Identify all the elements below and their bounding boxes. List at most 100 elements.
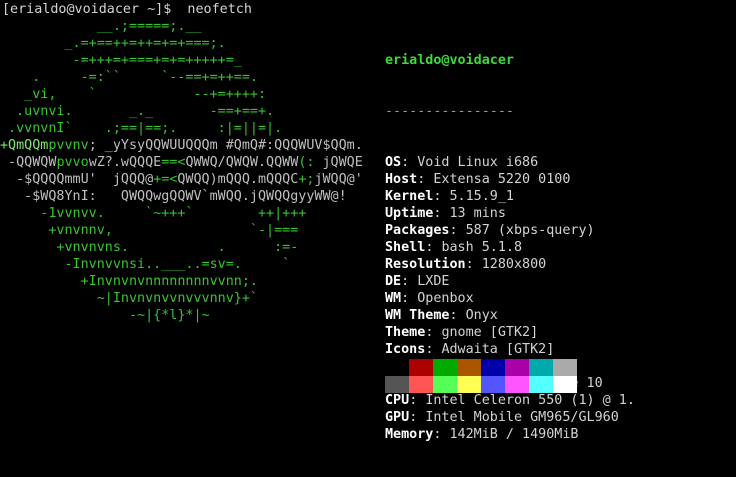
info-value: Intel Mobile GM965/GL960 xyxy=(425,410,619,425)
palette-bright-row xyxy=(385,376,577,393)
info-row: WM Theme: Onyx xyxy=(385,307,635,324)
palette-normal-row xyxy=(385,359,577,376)
info-colon: : xyxy=(409,410,426,425)
info-colon: : xyxy=(465,257,482,272)
info-row: Uptime: 13 mins xyxy=(385,205,635,222)
info-key: Resolution xyxy=(385,257,466,272)
info-key: Kernel xyxy=(385,189,434,204)
logo-line-8-seg-0: -QQWQW xyxy=(0,155,57,170)
logo-line-9-seg-2: QWQQ)mQQQ.mQQQC xyxy=(177,172,299,187)
info-row: GPU: Intel Mobile GM965/GL960 xyxy=(385,409,635,426)
bright-swatch-0 xyxy=(385,376,409,393)
normal-swatch-5 xyxy=(505,359,529,376)
normal-swatch-1 xyxy=(409,359,433,376)
logo-line-7-seg-1: pvvnv xyxy=(48,138,89,153)
logo-line-7-seg-0: +QmQQm xyxy=(0,138,49,153)
info-key: Host xyxy=(385,172,418,187)
logo-line-15-seg-0: +Invnvnvnnnnnnnnvvnn;. xyxy=(0,274,258,289)
info-colon: : xyxy=(449,223,466,238)
logo-line-4-seg-0: _vi, ` --+=++++: xyxy=(0,87,267,102)
info-key: GPU xyxy=(385,410,410,425)
info-row: Kernel: 5.15.9_1 xyxy=(385,188,635,205)
info-colon: : xyxy=(425,325,442,340)
info-row: Theme: gnome [GTK2] xyxy=(385,324,635,341)
info-colon: : xyxy=(449,308,466,323)
logo-line-11-seg-0: -1vvnvv. `~+++` ++|+++ xyxy=(0,206,307,221)
logo-line-8-seg-2: wZ?.wQQQE xyxy=(88,155,162,170)
normal-swatch-6 xyxy=(529,359,553,376)
info-key: DE xyxy=(385,274,402,289)
info-colon: : xyxy=(433,206,450,221)
info-value: 587 (xbps-query) xyxy=(465,223,595,238)
logo-line-5-seg-0: .uvnvi. _._ -==+==+. xyxy=(0,104,275,119)
color-palette xyxy=(385,359,577,393)
logo-line-17-seg-0: -~|{*l}*|~ xyxy=(0,308,210,323)
info-key: Uptime xyxy=(385,206,434,221)
logo-line-13-seg-0: +vnvnvns. . :=- xyxy=(0,240,299,255)
info-colon: : xyxy=(433,189,450,204)
info-value: gnome [GTK2] xyxy=(441,325,539,340)
info-colon: : xyxy=(425,240,442,255)
logo-line-6-seg-0: .vvnvnI` .;==|==;. :|=||=|. xyxy=(0,121,283,136)
info-row: WM: Openbox xyxy=(385,290,635,307)
terminal-window[interactable]: [erialdo@voidacer ~]$ neofetch __.;=====… xyxy=(0,0,736,442)
info-value: 142MiB / 1490MiB xyxy=(449,427,579,442)
info-value: 13 mins xyxy=(449,206,506,221)
logo-line-9-seg-1: +=< xyxy=(153,172,178,187)
info-value: Openbox xyxy=(417,291,474,306)
info-key: Shell xyxy=(385,240,426,255)
system-info-panel: erialdo@voidacer ---------------- OS: Vo… xyxy=(385,18,635,477)
logo-line-8-seg-4: QWWQ/QWQW.QQWW xyxy=(185,155,299,170)
info-row: Packages: 587 (xbps-query) xyxy=(385,222,635,239)
bright-swatch-5 xyxy=(505,376,529,393)
bright-swatch-7 xyxy=(553,376,577,393)
normal-swatch-2 xyxy=(433,359,457,376)
info-key: Memory xyxy=(385,427,434,442)
distro-ascii-logo: __.;=====;.__ _.=+==++=++=+=+===;. -=+++… xyxy=(0,18,363,324)
logo-line-9-seg-3: +; xyxy=(298,172,315,187)
info-row: Shell: bash 5.1.8 xyxy=(385,239,635,256)
info-colon: : xyxy=(417,172,434,187)
info-key: WM Theme xyxy=(385,308,450,323)
info-row: Memory: 142MiB / 1490MiB xyxy=(385,426,635,443)
info-row: OS: Void Linux i686 xyxy=(385,154,635,171)
info-value: Adwaita [GTK2] xyxy=(441,342,555,357)
info-row: Icons: Adwaita [GTK2] xyxy=(385,341,635,358)
bright-swatch-2 xyxy=(433,376,457,393)
logo-line-0-seg-0: __.;=====;.__ xyxy=(0,19,202,34)
logo-line-1-seg-0: _.=+==++=++=+=+===;. xyxy=(0,36,226,51)
bright-swatch-3 xyxy=(457,376,481,393)
logo-line-12-seg-0: +vnvnnv, `-|=== xyxy=(0,223,299,238)
logo-line-9-seg-0: -$QQQQmmU' jQQQ@ xyxy=(0,172,154,187)
info-key: Theme xyxy=(385,325,426,340)
logo-line-8-seg-1: pvvo xyxy=(56,155,89,170)
info-value: LXDE xyxy=(417,274,450,289)
info-value: bash 5.1.8 xyxy=(441,240,523,255)
normal-swatch-7 xyxy=(553,359,577,376)
logo-line-7-seg-2: ; _yYsyQQWUUQQQm #QmQ#:QQQWUV$QQm. xyxy=(88,138,363,153)
info-colon: : xyxy=(401,274,418,289)
info-key: Packages xyxy=(385,223,450,238)
info-row: DE: LXDE xyxy=(385,273,635,290)
bright-swatch-6 xyxy=(529,376,553,393)
logo-line-10-seg-0: -$WQ8YnI: QWQQwgQQWV`mWQQ.jQWQQgyyWW@! xyxy=(0,189,347,204)
normal-swatch-0 xyxy=(385,359,409,376)
bright-swatch-1 xyxy=(409,376,433,393)
logo-line-3-seg-0: . -=:`` `--==+=++==. xyxy=(0,70,258,85)
normal-swatch-3 xyxy=(457,359,481,376)
info-colon: : xyxy=(401,291,418,306)
info-colon: : xyxy=(401,155,418,170)
user-host: erialdo@voidacer xyxy=(385,53,514,68)
info-value: Intel Celeron 550 (1) @ 1. xyxy=(425,393,635,408)
info-row: Resolution: 1280x800 xyxy=(385,256,635,273)
logo-line-9-seg-4: jWQQ@' xyxy=(314,172,363,187)
info-value: Onyx xyxy=(465,308,498,323)
info-value: 5.15.9_1 xyxy=(449,189,515,204)
info-separator: ---------------- xyxy=(385,104,514,119)
normal-swatch-4 xyxy=(481,359,505,376)
info-key: Icons xyxy=(385,342,426,357)
info-colon: : xyxy=(409,393,426,408)
info-key: CPU xyxy=(385,393,410,408)
logo-line-8-seg-6: jQWQE xyxy=(322,155,363,170)
shell-prompt: [erialdo@voidacer ~]$ neofetch xyxy=(2,2,252,17)
